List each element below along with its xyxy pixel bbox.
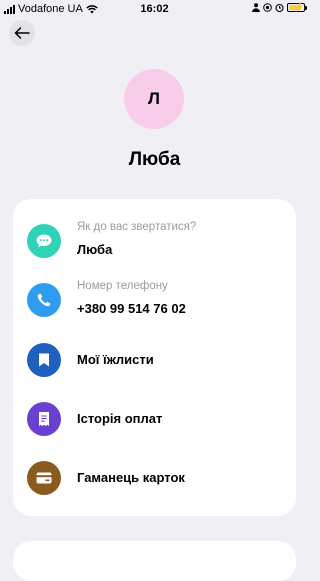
menu-item-card-wallet[interactable]: Гаманець карток <box>13 458 296 498</box>
name-field-label: Як до вас звертатися? <box>77 221 197 233</box>
bookmark-icon <box>27 343 61 377</box>
alarm-icon <box>275 3 284 12</box>
name-field-value: Люба <box>77 242 113 257</box>
back-button[interactable] <box>9 20 35 46</box>
arrow-left-icon <box>14 27 30 39</box>
person-icon <box>252 3 260 12</box>
phone-field-label: Номер телефону <box>77 280 168 292</box>
menu-item-label: Історія оплат <box>77 411 163 426</box>
avatar-letter: Л <box>148 89 160 108</box>
menu-item-payment-history[interactable]: Історія оплат <box>13 399 296 439</box>
menu-item-label: Мої їжлисти <box>77 352 154 367</box>
profile-name: Люба <box>128 149 181 170</box>
status-bar: Vodafone UA 16:02 ⚡ <box>0 0 309 18</box>
phone-field-value: +380 99 514 76 02 <box>77 301 186 316</box>
avatar[interactable]: Л <box>124 69 184 129</box>
phone-icon <box>27 283 61 317</box>
wallet-card-icon <box>27 461 61 495</box>
menu-item-food-lists[interactable]: Мої їжлисти <box>13 340 296 380</box>
status-right: ⚡ <box>252 2 307 12</box>
chat-bubble-icon <box>27 224 61 258</box>
menu-item-label: Гаманець карток <box>77 470 185 485</box>
location-icon <box>263 3 272 12</box>
receipt-icon <box>27 402 61 436</box>
name-field-row[interactable]: Як до вас звертатися? Люба <box>13 221 296 261</box>
phone-field-row[interactable]: Номер телефону +380 99 514 76 02 <box>13 280 296 320</box>
next-card <box>13 541 296 581</box>
profile-info-card: Як до вас звертатися? Люба Номер телефон… <box>13 199 296 516</box>
battery-icon: ⚡ <box>287 2 307 12</box>
